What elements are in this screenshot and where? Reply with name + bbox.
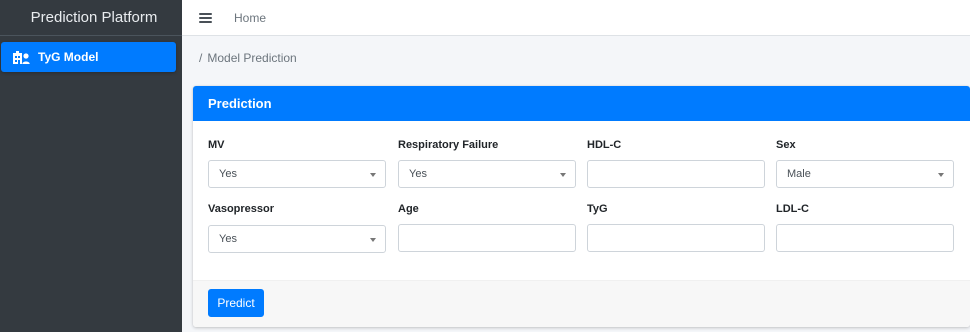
card-title: Prediction — [193, 86, 970, 121]
ldl-c-label: LDL-C — [776, 203, 809, 215]
sex-select[interactable]: Male — [776, 160, 954, 188]
top-navbar: Home — [182, 0, 970, 36]
chevron-down-icon — [370, 173, 376, 177]
home-link[interactable]: Home — [234, 11, 266, 25]
card-footer — [193, 280, 970, 327]
breadcrumb-current: Model Prediction — [207, 51, 297, 65]
mv-select[interactable]: Yes — [208, 160, 386, 188]
hdl-c-input[interactable] — [587, 160, 765, 188]
chevron-down-icon — [370, 238, 376, 242]
chevron-down-icon — [938, 173, 944, 177]
brand-title[interactable]: Prediction Platform — [0, 0, 182, 36]
vasopressor-select[interactable]: Yes — [208, 225, 386, 253]
hdl-c-label: HDL-C — [587, 139, 622, 151]
sidebar: Prediction Platform TyG Model — [0, 0, 182, 332]
tyg-input[interactable] — [587, 224, 765, 252]
hospital-user-icon — [13, 50, 30, 64]
ldl-c-input[interactable] — [776, 224, 954, 252]
hamburger-menu-icon[interactable] — [199, 12, 212, 23]
breadcrumb-separator: / — [199, 51, 203, 65]
tyg-label: TyG — [587, 203, 608, 215]
respiratory-failure-label: Respiratory Failure — [398, 139, 499, 151]
sex-select-value: Male — [787, 168, 811, 180]
chevron-down-icon — [560, 173, 566, 177]
mv-label: MV — [208, 139, 225, 151]
prediction-form: MV Respiratory Failure HDL-C Sex Yes Yes… — [193, 121, 970, 280]
respiratory-failure-select-value: Yes — [409, 168, 427, 180]
breadcrumb: / Model Prediction — [199, 51, 297, 65]
sex-label: Sex — [776, 139, 796, 151]
age-label: Age — [398, 203, 419, 215]
vasopressor-label: Vasopressor — [208, 203, 275, 215]
sidebar-item-tyg-model[interactable]: TyG Model — [1, 42, 176, 72]
predict-button[interactable]: Predict — [208, 289, 264, 317]
mv-select-value: Yes — [219, 168, 237, 180]
respiratory-failure-select[interactable]: Yes — [398, 160, 576, 188]
age-input[interactable] — [398, 224, 576, 252]
vasopressor-select-value: Yes — [219, 233, 237, 245]
prediction-card: Prediction MV Respiratory Failure HDL-C … — [193, 86, 970, 327]
sidebar-item-label: TyG Model — [38, 50, 99, 64]
